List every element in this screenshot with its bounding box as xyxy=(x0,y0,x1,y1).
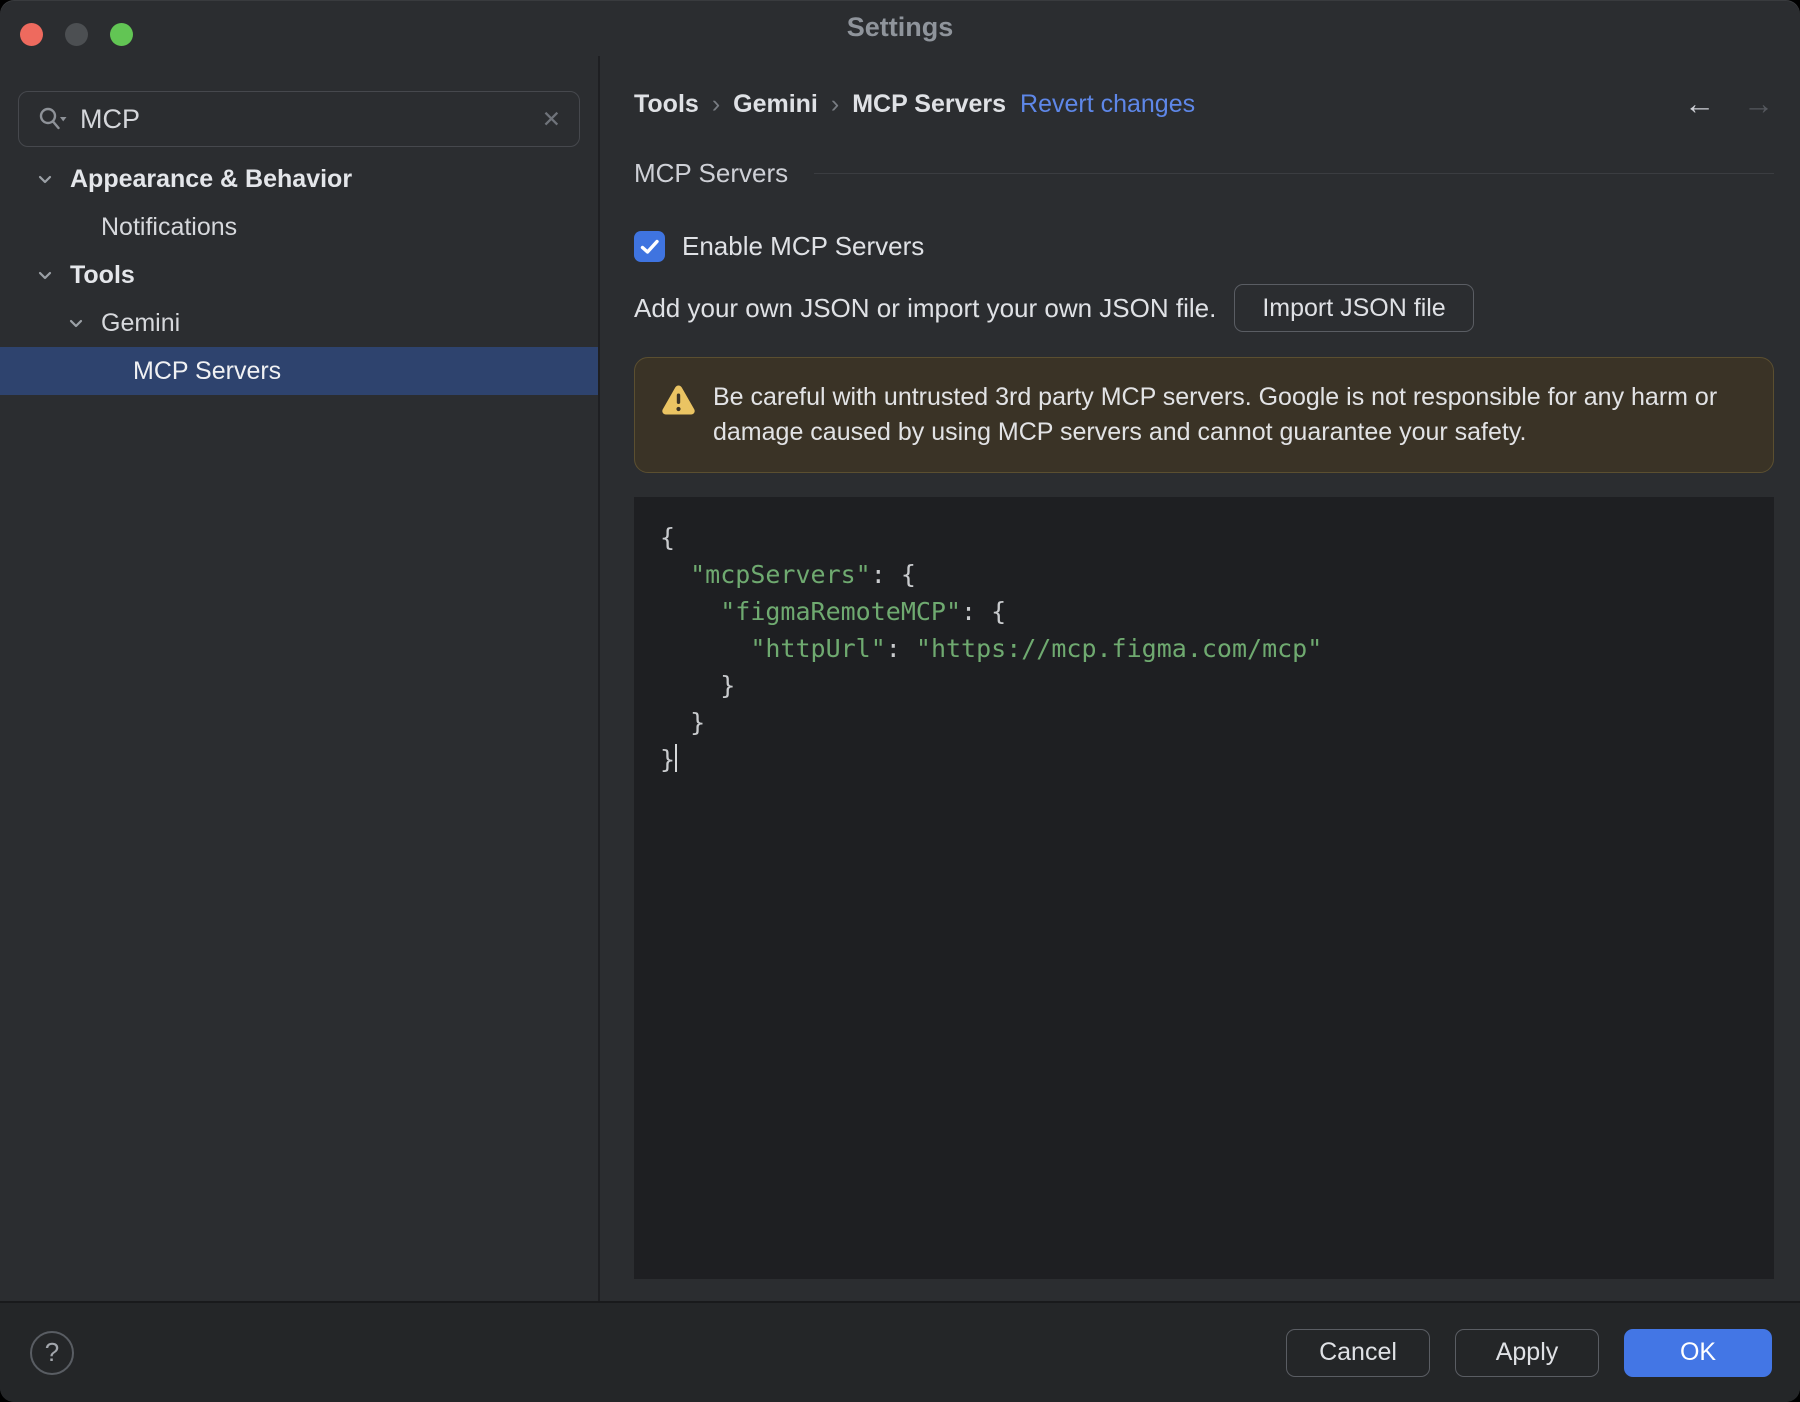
chevron-down-icon[interactable] xyxy=(36,266,54,284)
sidebar-item-label: Tools xyxy=(70,260,135,289)
dialog-footer: ? Cancel Apply OK xyxy=(0,1301,1800,1402)
code-line: "figmaRemoteMCP": { xyxy=(720,597,1007,626)
back-arrow-icon[interactable]: ← xyxy=(1684,86,1715,122)
forward-arrow-icon: → xyxy=(1743,86,1774,121)
checkmark-icon xyxy=(640,239,659,254)
sidebar-item-label: Gemini xyxy=(101,308,181,337)
code-line: } xyxy=(660,708,706,737)
code-line: "httpUrl": "https://mcp.figma.com/mcp" xyxy=(750,634,1323,663)
search-icon xyxy=(39,107,67,130)
section-header: MCP Servers xyxy=(634,158,1774,189)
titlebar: Settings xyxy=(0,0,1800,56)
sidebar-item-label: MCP Servers xyxy=(133,356,282,385)
import-instruction-text: Add your own JSON or import your own JSO… xyxy=(634,292,1217,323)
code-line: "mcpServers": { xyxy=(690,560,916,589)
breadcrumb-separator-icon: › xyxy=(711,89,721,118)
breadcrumb-mcp-servers: MCP Servers xyxy=(852,89,1007,118)
sidebar-item-appearance-behavior[interactable]: Appearance & Behavior xyxy=(0,155,598,203)
sidebar-item-label: Notifications xyxy=(101,212,238,241)
clear-search-icon[interactable]: ✕ xyxy=(542,107,561,131)
warning-banner: Be careful with untrusted 3rd party MCP … xyxy=(634,357,1774,473)
enable-mcp-label: Enable MCP Servers xyxy=(682,231,925,261)
import-json-file-button[interactable]: Import JSON file xyxy=(1234,284,1474,332)
settings-content-panel: Tools › Gemini › MCP Servers Revert chan… xyxy=(602,56,1800,1301)
json-config-editor[interactable]: { "mcpServers": { "figmaRemoteMCP": { "h… xyxy=(634,497,1774,1279)
window-title: Settings xyxy=(846,12,954,42)
sidebar-item-notifications[interactable]: Notifications xyxy=(0,203,598,251)
sidebar-item-gemini[interactable]: Gemini xyxy=(0,299,598,347)
settings-tree: Appearance & Behavior Notifications Tool… xyxy=(0,155,598,395)
warning-icon xyxy=(662,385,695,415)
apply-button[interactable]: Apply xyxy=(1455,1328,1599,1377)
settings-sidebar: ✕ Appearance & Behavior Notifications To… xyxy=(0,56,600,1301)
breadcrumb: Tools › Gemini › MCP Servers Revert chan… xyxy=(634,86,1774,122)
text-cursor xyxy=(675,744,678,772)
search-input[interactable] xyxy=(80,103,542,135)
settings-search-field[interactable]: ✕ xyxy=(18,91,580,147)
section-title: MCP Servers xyxy=(634,158,789,188)
code-line: } xyxy=(660,744,678,774)
settings-window: Settings ✕ Appearance & Behavior Notific… xyxy=(0,0,1800,1402)
sidebar-item-mcp-servers[interactable]: MCP Servers xyxy=(0,347,598,395)
section-divider xyxy=(814,172,1774,175)
code-line: { xyxy=(660,523,676,552)
help-button[interactable]: ? xyxy=(30,1330,74,1375)
revert-changes-link[interactable]: Revert changes xyxy=(1020,90,1195,119)
question-mark-icon: ? xyxy=(44,1337,60,1367)
enable-mcp-row: Enable MCP Servers xyxy=(634,231,1774,262)
chevron-down-icon[interactable] xyxy=(67,314,85,332)
history-navigation: ← → xyxy=(1684,86,1774,122)
enable-mcp-checkbox[interactable] xyxy=(634,231,665,262)
chevron-down-icon[interactable] xyxy=(36,170,54,188)
breadcrumb-gemini[interactable]: Gemini xyxy=(733,90,818,119)
ok-button[interactable]: OK xyxy=(1624,1328,1772,1377)
cancel-button[interactable]: Cancel xyxy=(1286,1328,1430,1377)
sidebar-item-tools[interactable]: Tools xyxy=(0,251,598,299)
code-line: } xyxy=(660,671,736,700)
import-json-row: Add your own JSON or import your own JSO… xyxy=(634,284,1774,332)
sidebar-item-label: Appearance & Behavior xyxy=(70,164,353,193)
breadcrumb-tools[interactable]: Tools xyxy=(634,90,699,119)
warning-text: Be careful with untrusted 3rd party MCP … xyxy=(713,383,1718,446)
footer-buttons: Cancel Apply OK xyxy=(1286,1328,1772,1377)
breadcrumb-separator-icon: › xyxy=(830,89,840,118)
